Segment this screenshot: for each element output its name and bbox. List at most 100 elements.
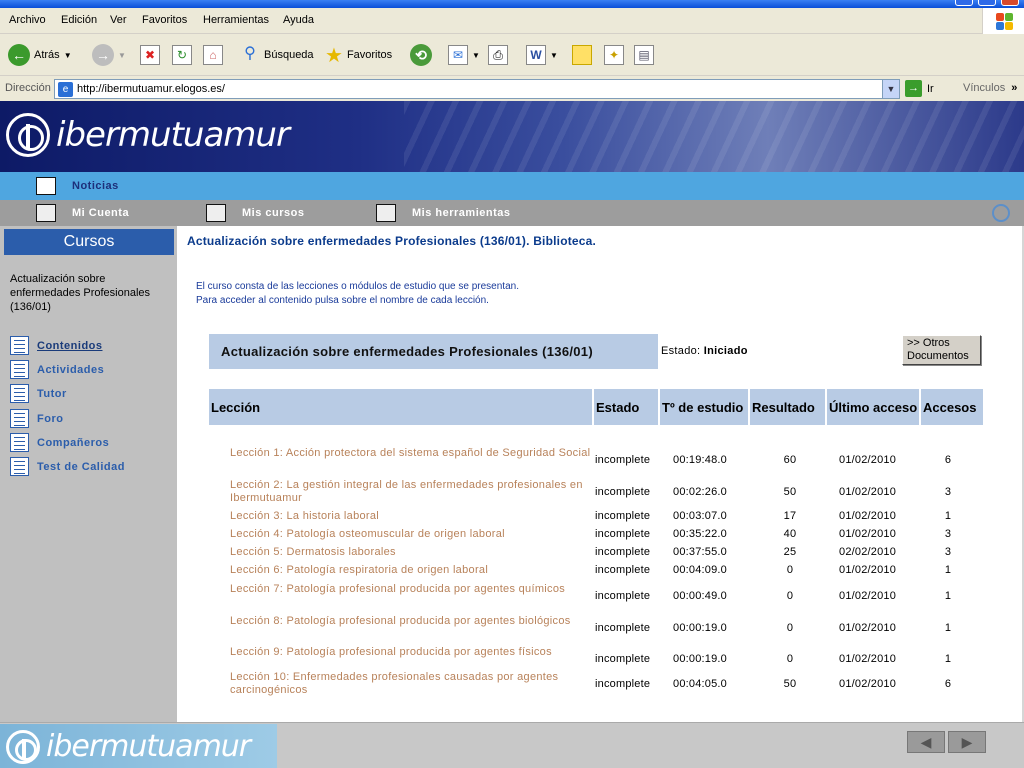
sidebar-item-test-calidad[interactable]: Test de Calidad — [10, 457, 125, 476]
sidebar-item-companeros[interactable]: Compañeros — [10, 433, 109, 452]
menu-ver[interactable]: Ver — [110, 14, 127, 26]
lesson-result: 17 — [783, 510, 797, 522]
document-icon — [10, 360, 29, 379]
lesson-last-access: 01/02/2010 — [839, 564, 897, 576]
notes-button[interactable] — [572, 41, 592, 69]
refresh-button[interactable]: ↻ — [172, 41, 192, 69]
sidebar-course-name: Actualización sobre enfermedades Profesi… — [10, 273, 151, 313]
logo-text: ibermutuamur — [56, 115, 290, 155]
nav-mis-herramientas[interactable]: Mis herramientas — [376, 204, 510, 222]
home-icon: ⌂ — [203, 45, 223, 65]
lesson-status: incomplete — [595, 622, 651, 634]
document-icon — [10, 433, 29, 452]
nav-row-primary: Noticias — [0, 172, 1024, 200]
lesson-study-time: 00:00:19.0 — [673, 622, 727, 634]
lesson-result: 0 — [786, 590, 794, 602]
lesson-link[interactable]: Lección 2: La gestión integral de las en… — [230, 479, 592, 505]
links-button[interactable]: Vínculos » — [963, 82, 1017, 94]
lesson-result: 50 — [783, 486, 797, 498]
sidebar-item-tutor[interactable]: Tutor — [10, 384, 67, 403]
nav-mis-cursos[interactable]: Mis cursos — [206, 204, 304, 222]
lesson-access-count: 3 — [944, 546, 952, 558]
mail-button[interactable]: ✉ ▼ — [448, 41, 480, 69]
print-icon: ⎙ — [488, 45, 508, 65]
arrow-right-icon: ▶ — [961, 734, 973, 750]
menu-edicion[interactable]: Edición — [61, 14, 97, 26]
links-label: Vínculos — [963, 82, 1006, 94]
print-button[interactable]: ⎙ — [488, 41, 508, 69]
minimize-button[interactable] — [955, 0, 973, 6]
history-icon: ⟲ — [410, 44, 432, 66]
close-window-button[interactable] — [1001, 0, 1019, 6]
lesson-study-time: 00:04:05.0 — [673, 678, 727, 690]
favorites-button[interactable]: ★ Favoritos — [325, 41, 392, 69]
note-icon — [572, 45, 592, 65]
chevron-down-icon: ▼ — [118, 50, 126, 60]
menu-archivo[interactable]: Archivo — [9, 14, 46, 26]
sidebar-item-label: Compañeros — [37, 436, 110, 449]
menu-favoritos[interactable]: Favoritos — [142, 14, 187, 26]
go-button[interactable]: → Ir — [905, 80, 934, 97]
lesson-link[interactable]: Lección 5: Dermatosis laborales — [230, 546, 592, 559]
stop-button[interactable]: ✖ — [140, 41, 160, 69]
lesson-link[interactable]: Lección 10: Enfermedades profesionales c… — [230, 671, 592, 697]
nav-noticias[interactable]: Noticias — [36, 177, 119, 195]
lesson-link[interactable]: Lección 9: Patología profesional produci… — [230, 646, 592, 659]
lessons-table-body: Lección 1: Acción protectora del sistema… — [177, 226, 1022, 722]
document-icon — [10, 384, 29, 403]
lesson-status: incomplete — [595, 590, 651, 602]
lesson-link[interactable]: Lección 8: Patología profesional produci… — [230, 615, 592, 628]
menu-ayuda[interactable]: Ayuda — [283, 14, 314, 26]
footer-logo-text: ibermutuamur — [46, 729, 251, 764]
nav-mi-cuenta[interactable]: Mi Cuenta — [36, 204, 129, 222]
mail-icon: ✉ — [448, 45, 468, 65]
user-icon[interactable] — [992, 204, 1010, 222]
word-icon: W — [526, 45, 546, 65]
messenger-icon: ✦ — [604, 45, 624, 65]
sidebar-item-actividades[interactable]: Actividades — [10, 360, 104, 379]
forward-button[interactable]: → ▼ — [92, 41, 126, 69]
research-icon: ▤ — [634, 45, 654, 65]
address-label: Dirección — [5, 82, 51, 94]
arrow-left-icon: ◀ — [920, 734, 932, 750]
nav-noticias-label: Noticias — [72, 180, 119, 192]
address-input[interactable]: e http://ibermutuamur.elogos.es/ ▼ — [54, 79, 900, 99]
messenger-button[interactable]: ✦ — [604, 41, 624, 69]
window-titlebar — [0, 0, 1024, 8]
footer-logo-panel: ibermutuamur — [0, 724, 277, 768]
history-button[interactable]: ⟲ — [410, 41, 432, 69]
document-icon — [10, 409, 29, 428]
refresh-icon: ↻ — [172, 45, 192, 65]
nav-mis-cursos-label: Mis cursos — [242, 207, 305, 219]
lesson-status: incomplete — [595, 510, 651, 522]
next-page-button[interactable]: ▶ — [948, 731, 986, 753]
star-icon: ★ — [325, 44, 343, 67]
address-bar: Dirección e http://ibermutuamur.elogos.e… — [0, 77, 1024, 101]
research-button[interactable]: ▤ — [634, 41, 654, 69]
edit-button[interactable]: W ▼ — [526, 41, 558, 69]
nav-mi-cuenta-label: Mi Cuenta — [72, 207, 130, 219]
sidebar-item-contenidos[interactable]: Contenidos — [10, 336, 103, 355]
lesson-status: incomplete — [595, 486, 651, 498]
home-button[interactable]: ⌂ — [203, 41, 223, 69]
lesson-last-access: 02/02/2010 — [839, 546, 897, 558]
lesson-result: 0 — [786, 653, 794, 665]
menu-herramientas[interactable]: Herramientas — [203, 14, 269, 26]
chevron-down-icon[interactable]: ▼ — [882, 80, 899, 98]
lesson-last-access: 01/02/2010 — [839, 590, 897, 602]
lesson-link[interactable]: Lección 6: Patología respiratoria de ori… — [230, 564, 592, 577]
lesson-access-count: 6 — [944, 678, 952, 690]
lesson-link[interactable]: Lección 1: Acción protectora del sistema… — [230, 447, 592, 460]
lesson-link[interactable]: Lección 3: La historia laboral — [230, 510, 592, 523]
document-icon — [10, 457, 29, 476]
search-icon: ⚲ — [244, 45, 256, 62]
back-button[interactable]: ← Atrás ▼ — [8, 41, 72, 69]
lesson-access-count: 1 — [944, 564, 952, 576]
maximize-button[interactable] — [978, 0, 996, 6]
search-button[interactable]: ⚲ Búsqueda — [240, 41, 313, 69]
lesson-status: incomplete — [595, 564, 651, 576]
sidebar-item-foro[interactable]: Foro — [10, 409, 63, 428]
prev-page-button[interactable]: ◀ — [907, 731, 945, 753]
lesson-link[interactable]: Lección 4: Patología osteomuscular de or… — [230, 528, 592, 541]
lesson-link[interactable]: Lección 7: Patología profesional produci… — [230, 583, 592, 596]
